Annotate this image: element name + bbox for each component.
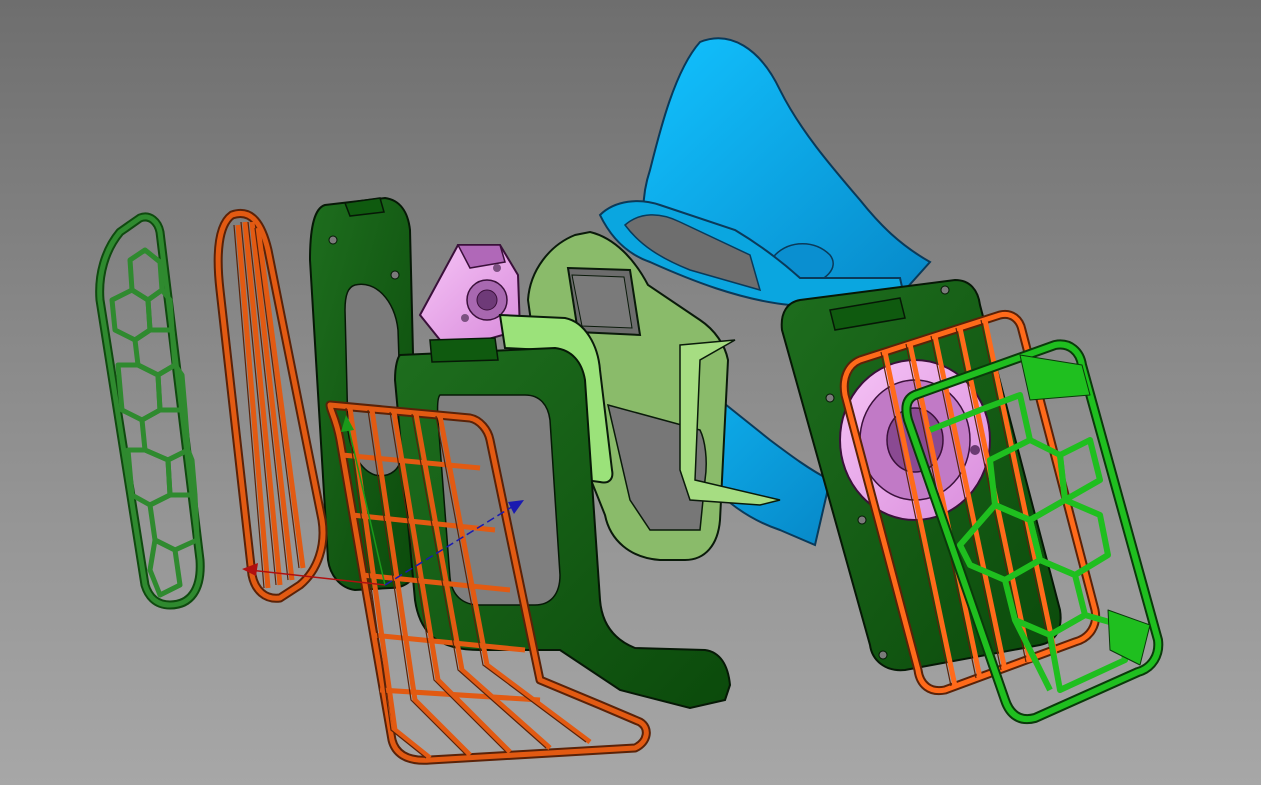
- exploded-assembly-view: [95, 37, 1164, 765]
- left-hex-grille[interactable]: [95, 212, 205, 610]
- left-rear-orange-grille[interactable]: [213, 209, 328, 603]
- cad-viewport[interactable]: [0, 0, 1261, 785]
